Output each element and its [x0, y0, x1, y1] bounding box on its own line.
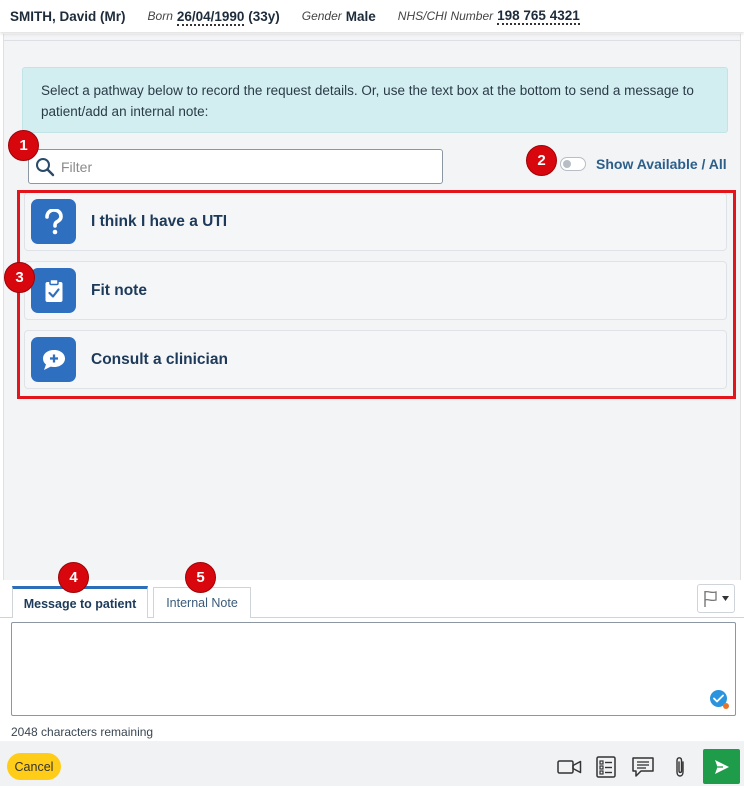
- message-box[interactable]: [11, 622, 736, 716]
- filter-field[interactable]: [28, 149, 443, 184]
- form-list-icon[interactable]: [593, 755, 619, 779]
- video-icon[interactable]: [556, 755, 582, 779]
- spellcheck-icon[interactable]: [710, 690, 729, 709]
- message-template-icon[interactable]: [630, 755, 656, 779]
- flag-icon: [703, 590, 719, 608]
- filter-input[interactable]: [55, 152, 442, 181]
- divider: [4, 40, 740, 41]
- message-textarea[interactable]: [12, 623, 735, 715]
- toggle-label[interactable]: Show Available / All: [596, 156, 727, 172]
- compose-tabs: Message to patient Internal Note: [0, 580, 744, 618]
- compose-footer: Cancel: [0, 741, 744, 786]
- status-dot: [723, 703, 729, 709]
- marker-2: 2: [526, 145, 557, 176]
- nhs-label: NHS/CHI Number: [397, 9, 494, 23]
- marker-1: 1: [8, 130, 39, 161]
- gender-label: Gender: [301, 9, 342, 23]
- paperclip-icon[interactable]: [667, 755, 693, 779]
- marker-5: 5: [185, 562, 216, 593]
- pathway-panel: Select a pathway below to record the req…: [3, 34, 741, 580]
- cancel-button[interactable]: Cancel: [7, 753, 61, 780]
- info-banner: Select a pathway below to record the req…: [22, 67, 728, 133]
- show-available-toggle-group[interactable]: Show Available / All: [560, 156, 727, 172]
- born-date[interactable]: 26/04/1990: [176, 8, 245, 26]
- send-button[interactable]: [703, 749, 740, 784]
- send-icon: [714, 759, 730, 775]
- born-label: Born: [147, 9, 173, 23]
- gender-value: Male: [345, 8, 376, 24]
- caret-down-icon: [722, 596, 729, 601]
- search-icon: [35, 157, 55, 177]
- marker-3: 3: [4, 262, 35, 293]
- patient-name: SMITH, David (Mr): [10, 8, 126, 24]
- compose-panel: Message to patient Internal Note 4 5 204…: [0, 562, 744, 788]
- patient-header: SMITH, David (Mr) Born 26/04/1990 (33y) …: [0, 0, 744, 32]
- nhs-number[interactable]: 198 765 4321: [497, 8, 580, 25]
- chars-remaining: 2048 characters remaining: [11, 725, 154, 739]
- born-value: 26/04/1990 (33y): [176, 8, 280, 26]
- marker-4: 4: [58, 562, 89, 593]
- flag-dropdown-button[interactable]: [697, 584, 735, 613]
- toggle-knob: [563, 160, 571, 168]
- patient-age: (33y): [248, 8, 280, 24]
- show-available-toggle[interactable]: [560, 157, 586, 171]
- pathways-highlight: [17, 190, 736, 399]
